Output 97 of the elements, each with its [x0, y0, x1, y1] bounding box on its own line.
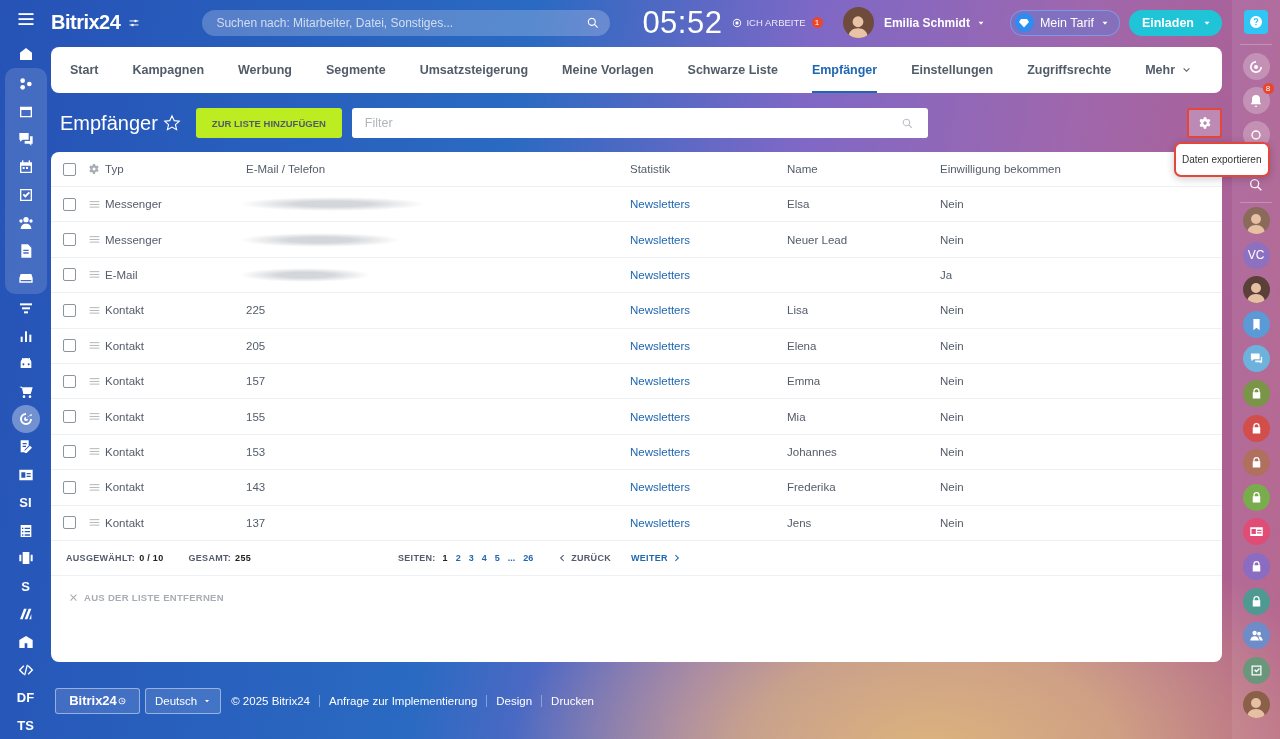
table-cell-text: Kontakt [105, 339, 145, 352]
table-cell-text: Kontakt [105, 481, 145, 494]
sidebar-item[interactable]: TS [11, 711, 40, 739]
table-cell-text: Nein [940, 445, 965, 458]
total-count-label: GESAMT: [188, 552, 232, 563]
selected-count: 0 / 10 [139, 552, 164, 563]
sidebar-item[interactable]: DF [11, 683, 40, 712]
table-cell-text: Kontakt [105, 304, 145, 317]
initials-avatar[interactable]: VC [1242, 241, 1270, 269]
column-header: Einwilligung bekommen [940, 163, 1062, 175]
table-cell-text: Messenger [105, 233, 163, 246]
sidebar-item[interactable]: S [11, 572, 40, 600]
footer-link[interactable]: Drucken [541, 694, 603, 707]
page-link[interactable]: 26 [519, 552, 538, 563]
table-cell-text: Frederika [787, 481, 837, 494]
page-link[interactable]: 1 [438, 552, 452, 563]
filter-field[interactable]: Filter [351, 108, 928, 138]
table-cell-text: Nein [940, 304, 965, 317]
sidebar-item[interactable]: SI [11, 488, 40, 517]
table-cell-text: 143 [246, 481, 267, 494]
footer-link[interactable]: Design [486, 694, 542, 707]
tab[interactable]: Start [70, 47, 99, 93]
user-menu[interactable]: Emilia Schmidt [883, 15, 986, 30]
table-cell-text: 205 [246, 339, 267, 352]
table-cell-text: Ja [940, 268, 954, 281]
table-cell-text: Nein [940, 339, 965, 352]
tab[interactable]: Kampagnen [132, 47, 205, 93]
column-header: E-Mail / Telefon [246, 163, 327, 175]
tab[interactable]: Schwarze Liste [687, 47, 778, 93]
table-cell-text: Jens [787, 516, 813, 529]
work-status-button[interactable]: ICH ARBEITE 1 [732, 17, 823, 28]
table-cell-text: 137 [246, 516, 267, 529]
table-cell-text: Neuer Lead [787, 233, 849, 246]
statistics-link[interactable]: Newsletters [630, 410, 787, 423]
tab[interactable]: Zugriffsrechte [1027, 47, 1112, 93]
notification-badge: 1 [811, 17, 823, 28]
table-cell-text: Kontakt [105, 516, 145, 529]
table-cell-text: Nein [940, 198, 965, 211]
table-cell-text: E-Mail [105, 268, 139, 281]
brand-button[interactable]: Bitrix24 [55, 687, 140, 714]
statistics-link[interactable]: Newsletters [630, 304, 787, 317]
notification-badge: 8 [1262, 83, 1274, 94]
table-cell-text: Johannes [787, 445, 838, 458]
copyright: © 2025 Bitrix24 [231, 694, 310, 707]
tab[interactable]: Umsatzsteigerung [419, 47, 529, 93]
selected-count-label: AUSGEWÄHLT: [66, 552, 136, 563]
add-to-list-button[interactable]: ZUR LISTE HINZUFÜGEN [195, 108, 342, 138]
menu-item[interactable]: Daten exportieren [1182, 154, 1262, 165]
table-cell-text: Nein [940, 233, 965, 246]
page-link[interactable]: ... [503, 552, 520, 563]
total-count: 255 [235, 552, 251, 563]
table-cell-text: 155 [246, 410, 267, 423]
statistics-link[interactable]: Newsletters [630, 339, 787, 352]
clock: 05:52 [642, 4, 723, 41]
page-link[interactable]: 4 [477, 552, 491, 563]
table-cell-text: Kontakt [105, 375, 145, 388]
tab[interactable]: Meine Vorlagen [562, 47, 654, 93]
table-cell-text: Elena [787, 339, 818, 352]
page-title: Empfänger [60, 111, 158, 135]
page-link[interactable]: 2 [451, 552, 465, 563]
tab[interactable]: Mehr [1145, 47, 1193, 93]
table-cell-text: Messenger [105, 198, 163, 211]
pages-label: SEITEN: [398, 552, 436, 563]
table-cell-text: 225 [246, 304, 267, 317]
table-cell-text: 153 [246, 445, 267, 458]
page-link[interactable]: 3 [464, 552, 478, 563]
column-header: Statistik [630, 163, 672, 175]
table-cell-text: Nein [940, 481, 965, 494]
statistics-link[interactable]: Newsletters [630, 481, 787, 494]
table-cell-text: Mia [787, 410, 807, 423]
table-cell-text: Kontakt [105, 445, 145, 458]
table-cell-text: Emma [787, 375, 822, 388]
logo: Bitrix24 [51, 11, 121, 34]
footer-link[interactable]: Anfrage zur Implementierung [319, 694, 487, 707]
table-cell-text: Kontakt [105, 410, 145, 423]
column-header: Name [787, 163, 819, 175]
tab[interactable]: Segmente [325, 47, 386, 93]
table-cell-text: Nein [940, 375, 965, 388]
statistics-link[interactable]: Newsletters [630, 268, 787, 281]
table-cell-text: 157 [246, 375, 267, 388]
statistics-link[interactable]: Newsletters [630, 233, 787, 246]
tab[interactable]: Werbung [238, 47, 292, 93]
statistics-link[interactable]: Newsletters [630, 445, 787, 458]
table-cell-text: Elsa [787, 198, 811, 211]
tab[interactable]: Empfänger [811, 47, 878, 93]
next-page-button[interactable]: WEITER [631, 552, 682, 563]
statistics-link[interactable]: Newsletters [630, 375, 787, 388]
tab[interactable]: Einstellungen [911, 47, 994, 93]
language-selector[interactable]: Deutsch [145, 687, 222, 714]
column-header: Typ [105, 163, 125, 175]
table-cell-text: Nein [940, 516, 965, 529]
statistics-link[interactable]: Newsletters [630, 198, 787, 211]
table-cell-text: Lisa [787, 304, 810, 317]
plan-button[interactable]: Mein Tarif [1009, 9, 1120, 36]
statistics-link[interactable]: Newsletters [630, 516, 787, 529]
page-link[interactable]: 5 [490, 552, 504, 563]
table-cell-text: Nein [940, 410, 965, 423]
